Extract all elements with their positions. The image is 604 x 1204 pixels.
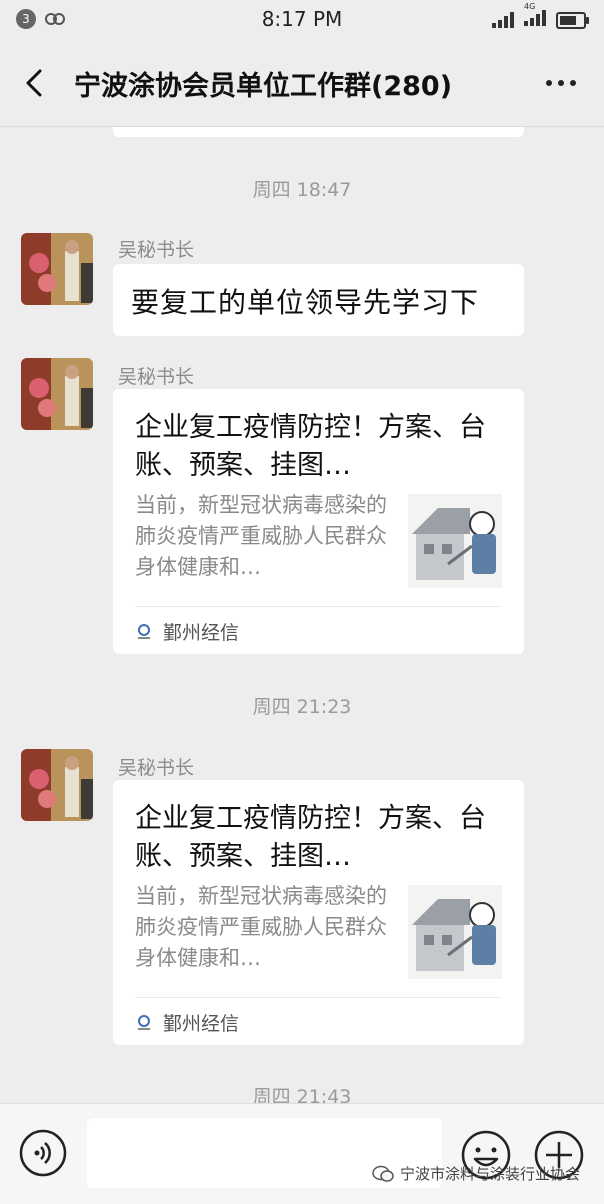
card-divider — [135, 606, 502, 607]
source-name: 鄞州经信 — [163, 1013, 240, 1035]
article-description: 当前，新型冠状病毒感染的肺炎疫情严重威胁人民群众身体健康和… — [135, 884, 387, 970]
chat-header: 宁波涂协会员单位工作群(280) — [0, 40, 604, 127]
voice-icon[interactable] — [19, 1129, 67, 1177]
article-card[interactable]: 企业复工疫情防控！方案、台账、预案、挂图… 当前，新型冠状病毒感染的肺炎疫情严重… — [113, 389, 524, 654]
avatar-image — [21, 749, 93, 821]
avatar-image — [21, 358, 93, 430]
signal-4g-icon — [524, 10, 546, 26]
back-arrow-icon[interactable] — [18, 65, 54, 101]
avatar-image — [21, 233, 93, 305]
chat-title: 宁波涂协会员单位工作群(280) — [74, 71, 453, 102]
avatar[interactable] — [21, 358, 93, 430]
article-card[interactable]: 企业复工疫情防控！方案、台账、预案、挂图… 当前，新型冠状病毒感染的肺炎疫情严重… — [113, 780, 524, 1045]
network-type-label: 4G — [524, 2, 536, 11]
battery-icon — [556, 11, 589, 29]
avatar[interactable] — [21, 749, 93, 821]
input-bar — [0, 1103, 604, 1204]
watermark-text: 宁波市涂料与涂装行业协会 — [400, 1165, 581, 1183]
watermark: 宁波市涂料与涂装行业协会 — [372, 1163, 580, 1184]
message-bubble[interactable]: 要复工的单位领导先学习下 — [113, 264, 524, 336]
article-title: 企业复工疫情防控！方案、台账、预案、挂图… — [135, 412, 486, 481]
wechat-logo-icon — [372, 1165, 394, 1182]
timestamp: 周四 18:47 — [252, 179, 352, 201]
avatar[interactable] — [21, 233, 93, 305]
source-logo-icon — [138, 1014, 150, 1030]
message-text: 要复工的单位领导先学习下 — [131, 286, 480, 319]
article-thumbnail — [408, 885, 502, 979]
source-logo-icon — [138, 623, 150, 639]
sender-name: 吴秘书长 — [118, 366, 195, 388]
sender-name: 吴秘书长 — [118, 757, 195, 779]
chat-area[interactable]: 周四 18:47 吴秘书长 要复工的单位领导先学习下 吴秘书长 企业复工疫情防控… — [0, 127, 604, 1103]
article-title: 企业复工疫情防控！方案、台账、预案、挂图… — [135, 803, 486, 872]
article-source: 鄞州经信 — [135, 1009, 239, 1036]
article-thumbnail — [408, 494, 502, 588]
status-right: 4G — [492, 2, 589, 30]
signal-icon — [492, 12, 514, 28]
article-description: 当前，新型冠状病毒感染的肺炎疫情严重威胁人民群众身体健康和… — [135, 493, 387, 579]
source-name: 鄞州经信 — [163, 622, 240, 644]
card-divider — [135, 997, 502, 998]
timestamp: 周四 21:43 — [252, 1086, 352, 1103]
previous-message-bubble — [113, 127, 524, 137]
article-source: 鄞州经信 — [135, 618, 239, 645]
timestamp: 周四 21:23 — [252, 696, 352, 718]
sender-name: 吴秘书长 — [118, 239, 195, 261]
status-bar: 3 8:17 PM 4G — [0, 0, 604, 40]
more-dots-icon[interactable] — [546, 80, 576, 86]
